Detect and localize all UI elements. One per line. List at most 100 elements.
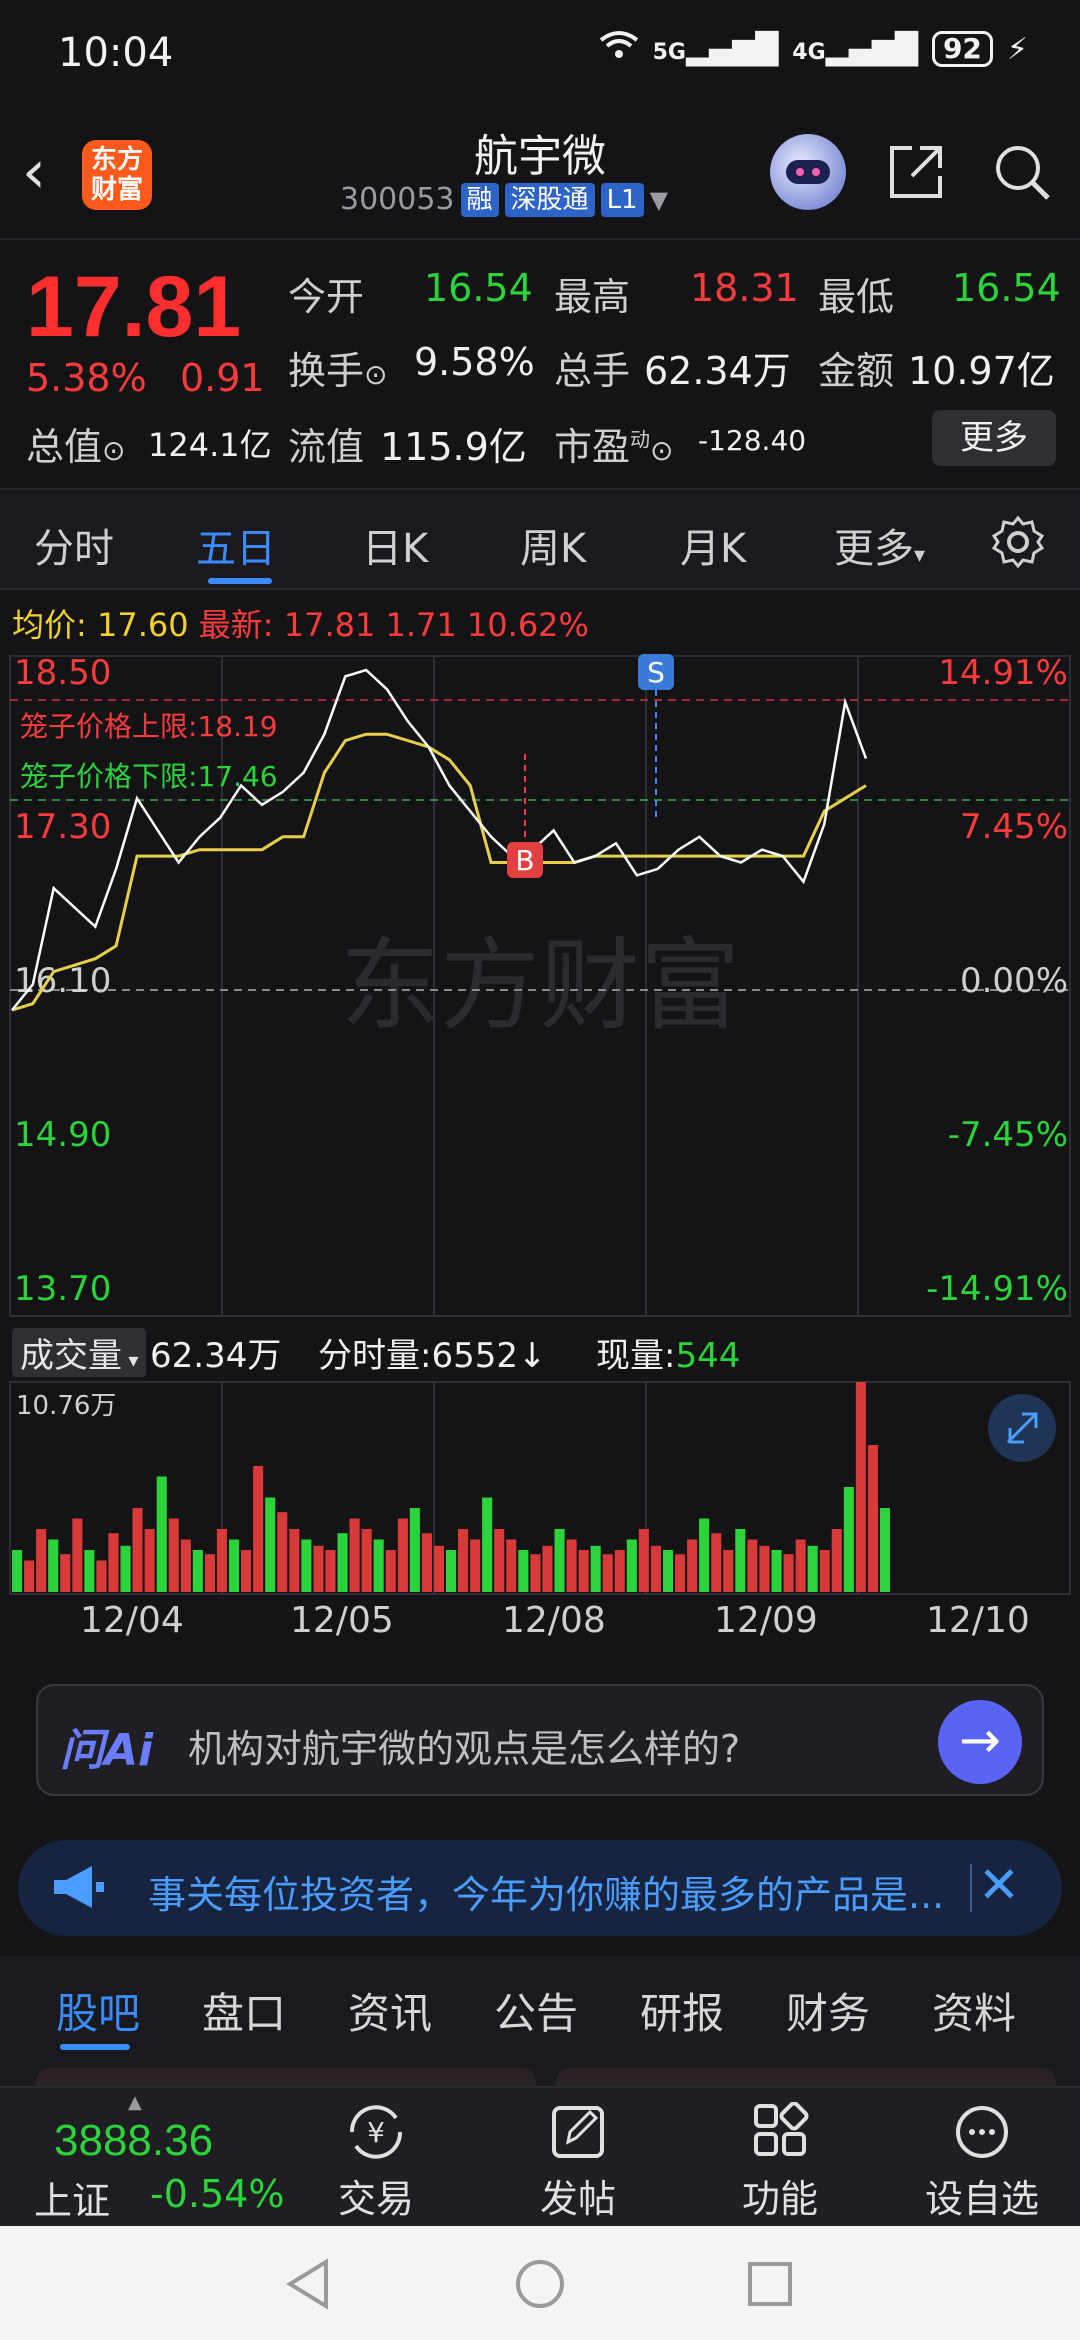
- volume-bar: [253, 1466, 264, 1592]
- chevron-up-icon[interactable]: ▲: [128, 2092, 142, 2113]
- volume-bar: [602, 1554, 613, 1592]
- price-chart[interactable]: 东方财富 笼子价格上限:18.19 笼子价格下限:17.46 18.50 14.9…: [0, 650, 1080, 1320]
- volume-bar: [36, 1529, 47, 1592]
- tab-news[interactable]: 资讯: [348, 1980, 432, 2041]
- high-label: 最高: [554, 275, 631, 319]
- tab-research[interactable]: 研报: [640, 1980, 724, 2041]
- volume-bar: [819, 1550, 830, 1592]
- tab-forum[interactable]: 股吧: [56, 1980, 140, 2041]
- info-icon: ⊙: [650, 434, 674, 467]
- assistant-robot-icon[interactable]: [770, 134, 846, 210]
- notice-banner[interactable]: 事关每位投资者，今年为你赚的最多的产品是... ✕: [18, 1840, 1062, 1936]
- latest-change: 1.71: [385, 606, 457, 644]
- status-icons: 5G▂▄▆█ 4G▂▄▆█ 92 ⚡: [599, 30, 1028, 68]
- date-label: 12/04: [80, 1600, 184, 1641]
- content-peek: [0, 2056, 1080, 2098]
- volume-bar: [590, 1545, 601, 1592]
- current-price: 17.81: [26, 259, 242, 355]
- level-tag: L1: [600, 182, 644, 217]
- content-tabs: 股吧 盘口 资讯 公告 研报 财务 资料: [0, 1956, 1080, 2056]
- stock-name[interactable]: 航宇微: [400, 120, 680, 184]
- tab-monthly-k[interactable]: 月K: [680, 516, 746, 574]
- volume-selector[interactable]: 成交量 ▾: [12, 1328, 147, 1377]
- close-icon[interactable]: ✕: [978, 1856, 1020, 1914]
- volume-bar: [578, 1550, 589, 1592]
- tab-intraday[interactable]: 分时: [34, 516, 114, 574]
- y-axis-pct-label: 14.91%: [938, 653, 1068, 693]
- status-time: 10:04: [58, 30, 174, 76]
- gear-icon[interactable]: [990, 514, 1046, 570]
- share-icon[interactable]: [884, 140, 948, 204]
- more-button[interactable]: 更多: [932, 410, 1056, 466]
- tab-announcements[interactable]: 公告: [494, 1980, 578, 2041]
- volume-bar: [204, 1554, 215, 1592]
- volume-bar: [216, 1529, 227, 1592]
- battery-icon: 92: [931, 31, 993, 67]
- app-logo[interactable]: 东方 财富: [82, 140, 152, 210]
- tab-five-day[interactable]: 五日: [196, 516, 276, 574]
- volume-bar: [397, 1518, 408, 1592]
- tab-profile[interactable]: 资料: [932, 1980, 1016, 2041]
- volume-bar: [807, 1545, 818, 1592]
- index-name[interactable]: 上证: [34, 2170, 110, 2225]
- volume-bar: [337, 1533, 348, 1592]
- back-icon[interactable]: ‹: [22, 140, 70, 204]
- y-axis-label: 13.70: [14, 1269, 111, 1309]
- back-triangle-icon[interactable]: [280, 2256, 340, 2312]
- volume-bar: [385, 1550, 396, 1592]
- volume-header: 成交量 ▾ 62.34万 分时量:6552↓ 现量:544: [0, 1322, 1080, 1382]
- stock-code-line[interactable]: 300053 融 深股通 L1 ▼: [340, 182, 740, 217]
- y-axis-label: 17.30: [14, 807, 111, 847]
- index-value[interactable]: 3888.36: [54, 2116, 213, 2166]
- tab-daily-k[interactable]: 日K: [362, 516, 428, 574]
- arrow-right-icon[interactable]: →: [938, 1700, 1022, 1784]
- volume-bar: [554, 1529, 565, 1592]
- volume-bar: [60, 1554, 71, 1592]
- volume-bar: [843, 1487, 854, 1592]
- volume-bar: [24, 1560, 35, 1592]
- megaphone-icon: [48, 1862, 108, 1912]
- active-tab-indicator: [208, 578, 272, 584]
- tab-orderbook[interactable]: 盘口: [202, 1980, 286, 2041]
- mktcap-label: 总值⊙: [26, 425, 126, 469]
- nav-trade[interactable]: ¥ 交易: [306, 2102, 446, 2223]
- active-tab-indicator: [60, 2044, 130, 2050]
- nav-add-watchlist[interactable]: 设自选: [912, 2102, 1052, 2223]
- volume-bar: [241, 1550, 252, 1592]
- volume-bar: [771, 1550, 782, 1592]
- recents-square-icon[interactable]: [742, 2256, 798, 2312]
- volume-total: 62.34万: [150, 1336, 282, 1376]
- volume-bar: [482, 1497, 493, 1592]
- volume-bar: [638, 1529, 649, 1592]
- latest-value: 17.81: [283, 606, 376, 644]
- nav-post[interactable]: 发帖: [508, 2102, 648, 2223]
- index-change[interactable]: -0.54%: [150, 2172, 284, 2216]
- change-percent: 5.38%: [26, 356, 147, 400]
- ai-question[interactable]: 机构对航宇微的观点是怎么样的?: [188, 1718, 740, 1773]
- amount-label: 金额: [818, 349, 895, 393]
- volume-bar: [795, 1539, 806, 1592]
- home-circle-icon[interactable]: [512, 2256, 568, 2312]
- volume-bar: [156, 1476, 167, 1592]
- volume-value: 62.34万: [644, 349, 791, 393]
- volume-bar: [759, 1545, 770, 1592]
- more-dots-icon: [956, 2106, 1008, 2158]
- y-axis-pct-label: -14.91%: [926, 1269, 1068, 1309]
- volume-max-label: 10.76万: [16, 1391, 116, 1421]
- ai-question-box[interactable]: 问Ai 机构对航宇微的观点是怎么样的? →: [36, 1684, 1044, 1796]
- low-value: 16.54: [952, 266, 1061, 310]
- tab-more[interactable]: 更多▾: [834, 516, 925, 574]
- volume-bar: [421, 1533, 432, 1592]
- volume-bar: [373, 1539, 384, 1592]
- volume-bar: [144, 1529, 155, 1592]
- nav-features[interactable]: 功能: [710, 2102, 850, 2223]
- y-axis-label: 16.10: [14, 961, 111, 1001]
- volume-bar: [313, 1545, 324, 1592]
- volume-bar: [675, 1554, 686, 1592]
- quote-panel: 17.81 5.38% 0.91 今开 16.54 最高 18.31 最低 16…: [0, 240, 1080, 490]
- tab-weekly-k[interactable]: 周K: [520, 516, 586, 574]
- notice-text[interactable]: 事关每位投资者，今年为你赚的最多的产品是...: [148, 1864, 968, 1919]
- search-icon[interactable]: [990, 140, 1054, 204]
- date-label: 12/09: [714, 1600, 818, 1641]
- tab-finance[interactable]: 财务: [786, 1980, 870, 2041]
